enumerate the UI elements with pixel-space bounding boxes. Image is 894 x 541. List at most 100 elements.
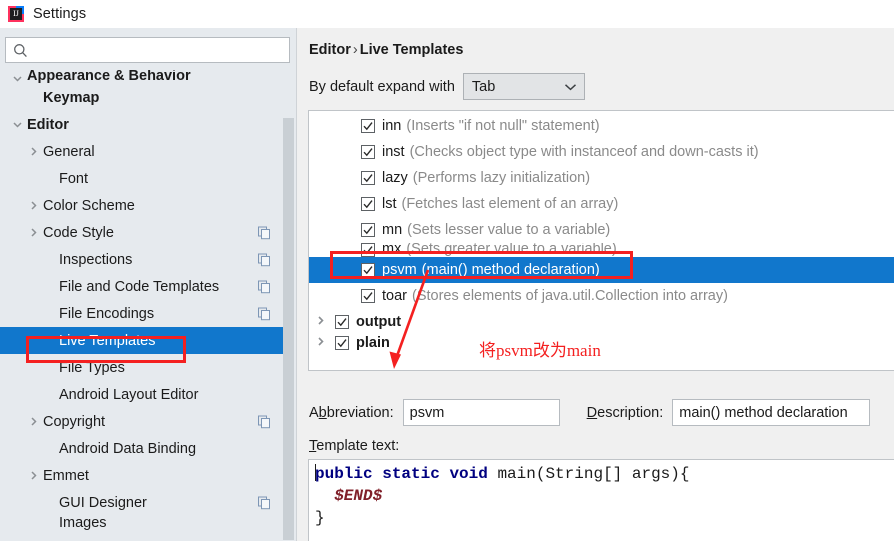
template-row[interactable]: mn (Sets lesser value to a variable) (309, 217, 894, 243)
sidebar-item-label: Code Style (43, 224, 114, 241)
template-fields-row: Abbreviation: Description: (309, 399, 894, 426)
copy-settings-icon[interactable] (258, 496, 271, 509)
app-icon-letter: IJ (10, 8, 22, 20)
abbreviation-input[interactable] (402, 399, 560, 426)
settings-tree: Appearance & Behavior Keymap Editor General… (0, 70, 284, 541)
template-row[interactable]: toar (Stores elements of java.util.Collec… (309, 283, 894, 309)
copy-settings-icon[interactable] (258, 253, 271, 266)
template-checkbox[interactable] (335, 335, 349, 350)
template-checkbox[interactable] (361, 289, 375, 303)
template-row[interactable]: plain (309, 335, 894, 350)
copy-settings-icon[interactable] (258, 415, 271, 428)
chevron-right-icon[interactable] (28, 470, 39, 481)
template-text-editor[interactable]: public static void main(String[] args){ … (308, 459, 894, 541)
template-checkbox[interactable] (361, 119, 375, 133)
template-checkbox[interactable] (335, 315, 349, 329)
sidebar-item-live-templates[interactable]: Live Templates (0, 327, 284, 354)
template-row[interactable]: output (309, 309, 894, 335)
intellij-idea-icon: IJ (8, 6, 24, 22)
sidebar-item-editor[interactable]: Editor (0, 111, 284, 138)
abbreviation-label: Abbreviation: (309, 404, 394, 421)
sidebar-scrollbar-track[interactable] (283, 73, 295, 540)
code-keyword-static: static (382, 465, 440, 483)
sidebar-item-label: Editor (27, 116, 69, 133)
chevron-down-icon[interactable] (12, 119, 23, 130)
sidebar-item-label: Keymap (43, 89, 100, 106)
sidebar-item-code-style[interactable]: Code Style (0, 219, 284, 246)
copy-settings-icon[interactable] (258, 307, 271, 320)
sidebar-item-appearance-behavior[interactable]: Appearance & Behavior (0, 70, 284, 84)
templates-list[interactable]: inn (Inserts "if not null" statement) inst… (308, 110, 894, 371)
chevron-right-icon[interactable] (28, 227, 39, 238)
sidebar-item-file-encodings[interactable]: File Encodings (0, 300, 284, 327)
code-closing-brace: } (315, 509, 325, 527)
search-box[interactable] (5, 37, 290, 63)
settings-dialog: IJ Settings Appearance & Behavior Keymap E… (0, 0, 894, 541)
copy-settings-icon[interactable] (258, 226, 271, 239)
breadcrumb: Editor › Live Templates (309, 42, 463, 58)
template-row[interactable]: inst (Checks object type with instanceof … (309, 139, 894, 165)
breadcrumb-parent[interactable]: Editor (309, 42, 351, 58)
chevron-right-icon[interactable] (28, 200, 39, 211)
template-description: (Sets lesser value to a variable) (407, 222, 611, 238)
copy-settings-icon[interactable] (258, 280, 271, 293)
template-description: (Inserts "if not null" statement) (406, 118, 600, 134)
template-row[interactable]: mx (Sets greater value to a variable) (309, 243, 894, 257)
sidebar-item-font[interactable]: Font (0, 165, 284, 192)
chevron-down-icon[interactable] (12, 73, 23, 84)
chevron-right-icon[interactable] (28, 146, 39, 157)
template-description: (Sets greater value to a variable) (406, 243, 617, 257)
sidebar-item-label: Images (59, 516, 107, 530)
sidebar-item-copyright[interactable]: Copyright (0, 408, 284, 435)
sidebar-item-color-scheme[interactable]: Color Scheme (0, 192, 284, 219)
chevron-right-icon[interactable] (315, 335, 329, 350)
expand-with-select[interactable]: Tab (462, 73, 585, 100)
template-checkbox[interactable] (361, 171, 375, 185)
sidebar-item-keymap[interactable]: Keymap (0, 84, 284, 111)
sidebar-item-inspections[interactable]: Inspections (0, 246, 284, 273)
template-abbreviation: lst (382, 196, 397, 212)
template-row[interactable]: inn (Inserts "if not null" statement) (309, 111, 894, 139)
breadcrumb-separator: › (352, 42, 358, 58)
expand-with-label: By default expand with (309, 78, 455, 95)
sidebar-item-android-layout-editor[interactable]: Android Layout Editor (0, 381, 284, 408)
chevron-right-icon[interactable] (28, 416, 39, 427)
sidebar-item-file-and-code-templates[interactable]: File and Code Templates (0, 273, 284, 300)
template-checkbox[interactable] (361, 197, 375, 211)
template-checkbox[interactable] (361, 243, 375, 257)
expand-with-value: Tab (471, 78, 496, 95)
sidebar-item-android-data-binding[interactable]: Android Data Binding (0, 435, 284, 462)
sidebar-item-emmet[interactable]: Emmet (0, 462, 284, 489)
template-row[interactable]: lazy (Performs lazy initialization) (309, 165, 894, 191)
search-input[interactable] (32, 42, 272, 58)
sidebar-item-images[interactable]: Images (0, 516, 284, 530)
template-abbreviation: mn (382, 222, 403, 238)
chevron-right-icon[interactable] (315, 314, 329, 330)
sidebar-item-label: Android Data Binding (59, 440, 197, 457)
sidebar-scrollbar-thumb[interactable] (283, 118, 294, 540)
template-checkbox[interactable] (361, 145, 375, 159)
sidebar-item-label: Color Scheme (43, 197, 135, 214)
template-row[interactable]: psvm (main() method declaration) (309, 257, 894, 283)
template-abbreviation: mx (382, 243, 402, 257)
code-signature: main(String[] args){ (487, 465, 690, 483)
sidebar-item-file-types[interactable]: File Types (0, 354, 284, 381)
sidebar-item-label: Live Templates (59, 332, 156, 349)
template-checkbox[interactable] (361, 263, 375, 277)
description-input[interactable] (672, 399, 871, 426)
sidebar-item-general[interactable]: General (0, 138, 284, 165)
template-row[interactable]: lst (Fetches last element of an array) (309, 191, 894, 217)
template-checkbox[interactable] (361, 223, 375, 237)
sidebar-item-gui-designer[interactable]: GUI Designer (0, 489, 284, 516)
sidebar-item-label: Android Layout Editor (59, 386, 199, 403)
